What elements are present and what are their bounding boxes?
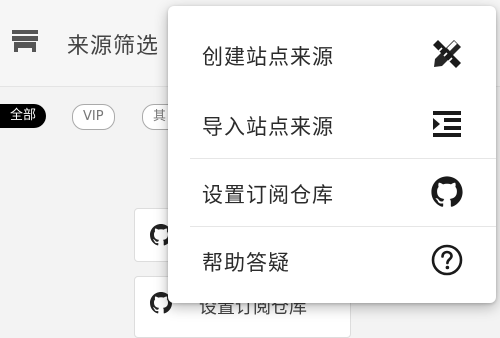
- help-circle-icon: [431, 244, 463, 276]
- menu-item-label: 设置订阅仓库: [202, 183, 334, 207]
- menu-item-label: 创建站点来源: [202, 45, 334, 69]
- menu-item-import-source[interactable]: 导入站点来源: [168, 90, 496, 158]
- menu-item-subscribe-repo[interactable]: 设置订阅仓库: [168, 158, 496, 226]
- menu-item-label: 帮助答疑: [202, 251, 290, 275]
- store-icon[interactable]: [12, 30, 38, 52]
- menu-item-help[interactable]: 帮助答疑: [168, 226, 496, 294]
- chip-all[interactable]: 全部: [0, 104, 47, 128]
- indent-list-icon: [433, 111, 461, 137]
- page-title: 来源筛选: [67, 34, 160, 59]
- menu-item-create-source[interactable]: 创建站点来源: [168, 20, 496, 88]
- chip-vip[interactable]: VIP: [72, 104, 115, 130]
- github-icon: [431, 176, 463, 207]
- pencil-ruler-icon: [433, 40, 461, 68]
- overflow-menu: 创建站点来源 导入站点来源 设置订阅仓库 帮助答疑: [168, 6, 496, 303]
- menu-item-label: 导入站点来源: [202, 115, 334, 139]
